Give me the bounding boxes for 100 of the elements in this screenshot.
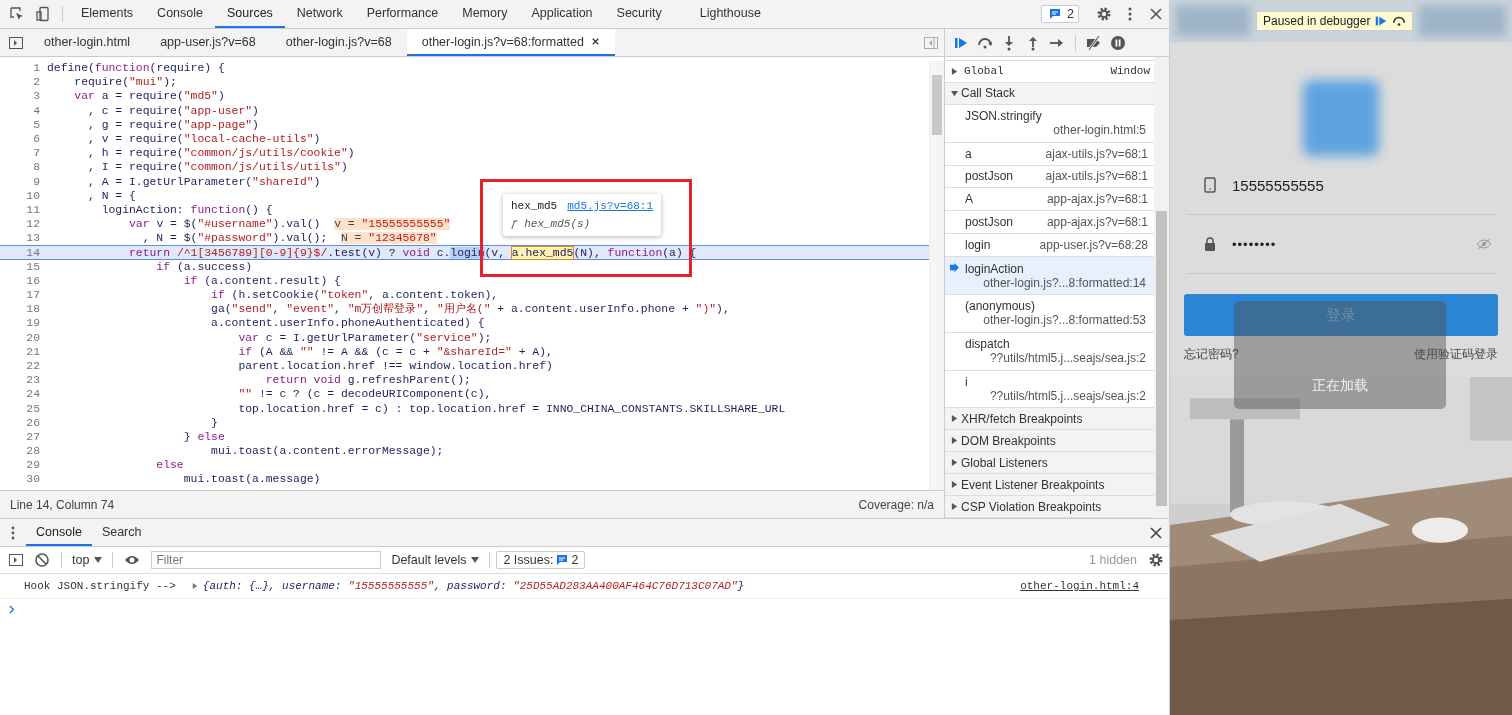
code-line: , I = require("common/js/utils/utils") <box>87 160 348 175</box>
code-line: parent.location.href !== window.location.href) <box>237 358 553 374</box>
code-line: var v = $("#username").val() v = "15555555555" <box>128 217 451 232</box>
code-line: a.content.userInfo.phoneAuthenticated) { <box>210 316 485 331</box>
panel-tab[interactable]: Lighthouse <box>687 0 773 28</box>
section-header[interactable]: Global Listeners <box>945 452 1154 475</box>
scope-value: Window <box>1110 65 1150 78</box>
pause-icon[interactable] <box>1110 34 1126 51</box>
line-number: 14 <box>25 246 41 259</box>
panel-tab[interactable]: Performance <box>354 0 451 28</box>
line-number: 7 <box>32 146 41 161</box>
prompt-icon[interactable] <box>9 604 16 614</box>
scope-name[interactable]: Global <box>964 65 1004 78</box>
line-number: 21 <box>25 344 41 359</box>
current-frame-icon <box>950 263 959 273</box>
line-number: 22 <box>25 358 41 374</box>
code-line: , A = I.getUrlParameter("shareId") <box>87 174 321 189</box>
file-tab[interactable]: other-login.js?v=68:formatted <box>406 29 615 56</box>
code-line: , h = require("common/js/utils/cookie") <box>87 146 355 161</box>
code-line: if (a.success) <box>155 259 253 274</box>
source-link[interactable]: md5.js?v=68:1 <box>567 200 654 212</box>
line-number: 8 <box>32 160 41 175</box>
code-line: mui.toast(a.message) <box>182 472 321 487</box>
password-field[interactable]: •••••••• <box>1232 236 1277 252</box>
logo-icon <box>1303 80 1379 156</box>
file-tab[interactable]: app-user.js?v=68 <box>145 29 271 56</box>
panel-tab[interactable]: Memory <box>450 0 520 28</box>
close-icon[interactable] <box>1148 6 1164 22</box>
code-line: if (h.setCookie("token", a.content.token), <box>210 288 499 303</box>
call-frame[interactable]: loginAction other-login.js?...8:formatted:14 <box>945 257 1154 295</box>
panel-tab[interactable]: Elements <box>69 0 146 28</box>
caret-icon <box>471 557 480 563</box>
expand-arrow-icon <box>951 437 958 445</box>
drawer-tab[interactable]: Console <box>26 519 92 546</box>
settings-icon[interactable] <box>1148 552 1164 568</box>
line-number: 23 <box>25 373 41 388</box>
code-line: require("mui"); <box>73 75 177 90</box>
code-line: "" != c ? (c = decodeURIComponent(c), <box>237 387 492 402</box>
line-number: 1 <box>32 61 41 76</box>
function-name: hex_md5 <box>511 200 558 212</box>
code-line: define(function(require) { <box>47 61 225 76</box>
code-line: } <box>210 415 218 430</box>
line-number: 11 <box>25 202 41 218</box>
code-line: var a = require("md5") <box>73 89 225 104</box>
section-header[interactable]: DOM Breakpoints <box>945 430 1154 453</box>
phone-field[interactable]: 15555555555 <box>1232 176 1324 194</box>
panel-tab[interactable]: Security <box>604 0 674 28</box>
file-tab[interactable]: other-login.html <box>29 29 146 56</box>
section-header[interactable]: CSP Violation Breakpoints <box>945 496 1154 518</box>
issues-badge[interactable]: 2 <box>1041 5 1079 23</box>
line-number: 10 <box>25 188 41 203</box>
code-line: if (A && "" != A && (c = c + "&shareId=" + A), <box>237 344 553 359</box>
phone-icon <box>1204 177 1216 193</box>
inspect-icon[interactable] <box>9 6 25 22</box>
line-number: 17 <box>25 288 41 303</box>
device-icon[interactable] <box>35 6 51 22</box>
section-header[interactable]: Call Stack <box>945 82 1154 105</box>
issues-button[interactable]: 2 Issues: 2 <box>496 551 586 569</box>
file-tab[interactable]: other-login.js?v=68 <box>270 29 407 56</box>
code-line: var c = I.getUrlParameter("service"); <box>237 330 492 345</box>
line-number: 6 <box>32 131 41 147</box>
code-line: mui.toast(a.content.errorMessage); <box>210 444 444 459</box>
expand-arrow-icon <box>951 89 958 97</box>
object-preview[interactable]: {auth: {…}, username: "15555555555", password: "25D55AD283AA400AF464C76D713C07AD"} <box>202 580 745 592</box>
line-number: 27 <box>25 429 41 445</box>
panel-tab[interactable]: Application <box>519 0 605 28</box>
expand-arrow-icon <box>951 503 958 511</box>
section-header[interactable]: Event Listener Breakpoints <box>945 474 1154 497</box>
sidebar-toggle-icon[interactable] <box>923 34 939 51</box>
code-line: , N = $("#password").val(); N = "12345678" <box>141 231 437 246</box>
panel-tab[interactable]: Network <box>284 0 355 28</box>
expand-arrow-icon[interactable] <box>191 583 198 589</box>
message-icon <box>1049 8 1062 20</box>
code-line: , v = require("local-cache-utils") <box>87 131 321 147</box>
line-number: 19 <box>25 316 41 331</box>
clear-icon[interactable] <box>34 552 50 568</box>
scrollbar[interactable] <box>929 61 944 490</box>
navigator-toggle-icon[interactable] <box>8 34 24 51</box>
section-header[interactable]: XHR/fetch Breakpoints <box>945 408 1154 431</box>
close-icon[interactable] <box>590 37 600 46</box>
sidebar-toggle-icon[interactable] <box>8 552 24 568</box>
panel-tab[interactable]: Console <box>145 0 215 28</box>
drawer-tab[interactable]: Search <box>91 519 152 546</box>
code-line: return void g.refreshParent(); <box>264 373 471 388</box>
expand-arrow-icon[interactable] <box>951 67 958 75</box>
line-number: 26 <box>25 415 41 430</box>
filter-field[interactable]: Filter <box>151 551 382 569</box>
step-over-icon[interactable] <box>1392 14 1407 28</box>
levels-select[interactable]: Default levels <box>387 553 484 567</box>
coverage-label: Coverage: n/a <box>858 497 934 512</box>
close-icon[interactable] <box>1148 524 1164 541</box>
context-select[interactable]: top <box>68 553 107 567</box>
settings-icon[interactable] <box>1096 6 1112 22</box>
console-message: Hook JSON.stringify --> <box>24 580 176 592</box>
deactivate-breakpoints-icon[interactable] <box>1086 34 1102 51</box>
line-number: 4 <box>32 103 41 118</box>
scrollbar[interactable] <box>1154 57 1169 518</box>
code-line: ga("send", "event", "m万创帮登录", "用户名(" + a.content.userInfo.phone + ")"), <box>210 302 730 317</box>
source-link[interactable]: other-login.html:4 <box>1020 580 1139 592</box>
hidden-count: 1 hidden <box>1089 553 1137 567</box>
